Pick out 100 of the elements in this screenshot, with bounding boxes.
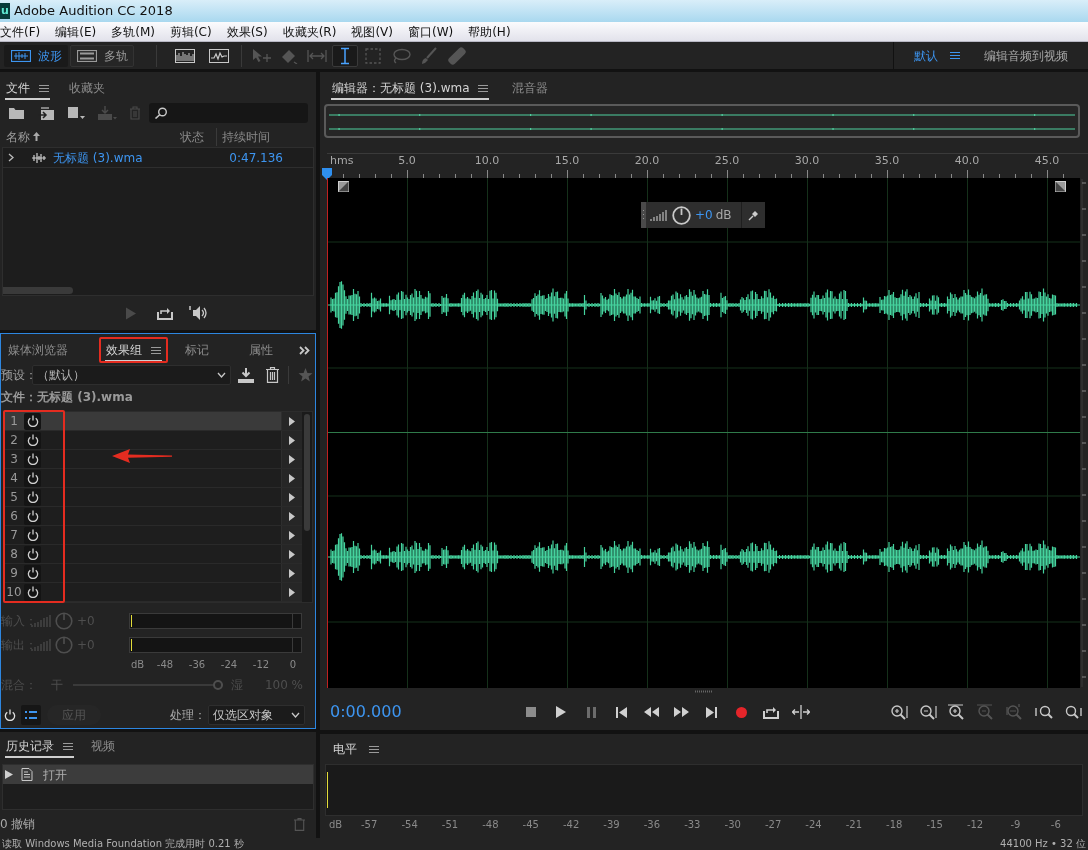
power-button[interactable] <box>24 431 41 449</box>
power-button[interactable] <box>24 469 41 487</box>
speaker-icon <box>189 305 209 321</box>
file-duration: 0:47.136 <box>229 149 283 167</box>
panel-tab[interactable]: 属性 <box>248 340 274 362</box>
slot-menu-button[interactable] <box>281 412 302 430</box>
slot-menu-button[interactable] <box>281 526 302 544</box>
ruler-label: 10.0 <box>473 152 501 169</box>
column-header[interactable]: 持续时间 <box>222 127 270 146</box>
ruler-label: 25.0 <box>713 152 741 169</box>
menu-item[interactable]: 帮助(H) <box>468 22 511 41</box>
slot-menu-button[interactable] <box>281 545 302 563</box>
effect-slot[interactable]: 10 <box>4 583 302 602</box>
fade-out-handle-icon[interactable] <box>1055 181 1066 192</box>
workspace-tab[interactable]: 编辑音频到视频 <box>984 46 1068 65</box>
effect-slot[interactable]: 4 <box>4 469 302 488</box>
panel-tab[interactable]: 编辑器：无标题 (3).wma <box>331 78 490 100</box>
meter-scale-label: -51 <box>440 818 460 832</box>
slot-menu-button[interactable] <box>281 431 302 449</box>
list-view-button[interactable] <box>21 705 41 725</box>
menu-item[interactable]: 文件(F) <box>0 22 41 41</box>
download-icon <box>238 367 254 383</box>
effect-slot[interactable]: 6 <box>4 507 302 526</box>
menu-item[interactable]: 编辑(E) <box>55 22 97 41</box>
power-button[interactable] <box>24 488 41 506</box>
mix-slider[interactable] <box>73 680 223 690</box>
history-item[interactable]: 打开 <box>3 765 313 784</box>
meter-scale-label: -57 <box>360 818 379 832</box>
mode-button[interactable]: 多轨 <box>70 44 134 67</box>
zoom-in-icon <box>947 704 966 720</box>
tool-button[interactable] <box>332 44 358 67</box>
power-icon <box>26 491 39 503</box>
meter-scale-label: -24 <box>804 818 823 832</box>
process-dropdown[interactable]: 仅选区对象 <box>208 705 305 725</box>
zoom-out-icon <box>918 704 937 720</box>
power-button[interactable] <box>24 545 41 563</box>
preset-label: 预设： <box>1 367 31 384</box>
delete-preset-button[interactable] <box>264 365 280 385</box>
scrollbar-thumb[interactable] <box>304 414 310 531</box>
menu-item[interactable]: 窗口(W) <box>407 22 454 41</box>
menu-item[interactable]: 效果(S) <box>226 22 268 41</box>
slot-menu-button[interactable] <box>281 450 302 468</box>
power-button[interactable] <box>24 564 41 582</box>
meter-scale-label: -24 <box>219 657 239 672</box>
power-button[interactable] <box>24 412 41 430</box>
power-button[interactable] <box>24 450 41 468</box>
power-button[interactable] <box>24 583 41 601</box>
workspace-tab[interactable]: 默认 <box>914 46 960 65</box>
panel-tab[interactable]: 媒体浏览器 <box>7 340 69 362</box>
effect-slot[interactable]: 3 <box>4 450 302 469</box>
fade-in-handle-icon[interactable] <box>338 181 349 192</box>
menu-icon <box>369 744 379 754</box>
effect-slot[interactable]: 8 <box>4 545 302 564</box>
effect-slot[interactable]: 7 <box>4 526 302 545</box>
power-icon <box>26 586 39 598</box>
signal-bars-icon <box>31 639 51 651</box>
panel-tab[interactable]: 混音器 <box>511 78 550 100</box>
spectrogram-icon <box>175 48 195 63</box>
play-icon <box>125 306 137 320</box>
search-field[interactable] <box>149 103 308 123</box>
menu-item[interactable]: 视图(V) <box>351 22 393 41</box>
slot-menu-button[interactable] <box>281 469 302 487</box>
slot-menu-button[interactable] <box>281 488 302 506</box>
scrollbar-thumb[interactable] <box>3 287 73 294</box>
meter-scale-label: -39 <box>602 818 621 832</box>
panel-tab[interactable]: 标记 <box>184 340 210 362</box>
mode-button[interactable]: 波形 <box>4 44 68 67</box>
menu-item[interactable]: 多轨(M) <box>111 22 155 41</box>
pin-icon <box>748 209 759 221</box>
panel-tab[interactable]: 视频 <box>90 736 116 758</box>
effect-slot[interactable]: 9 <box>4 564 302 583</box>
slot-menu-button[interactable] <box>281 583 302 601</box>
zoom-in-icon <box>889 704 908 720</box>
signal-bars-icon <box>31 615 51 627</box>
panel-tab[interactable]: 文件 <box>5 78 50 100</box>
panel-tab[interactable]: 历史记录 <box>5 736 74 758</box>
panel-tab[interactable]: 效果组 <box>105 340 162 362</box>
column-header[interactable]: 状态 <box>180 127 204 146</box>
menu-item[interactable]: 剪辑(C) <box>169 22 212 41</box>
meter-scale-label: -33 <box>683 818 702 832</box>
column-header[interactable]: 名称 <box>6 127 40 146</box>
save-preset-button[interactable] <box>236 365 256 385</box>
panel-tab[interactable]: 收藏夹 <box>68 78 106 100</box>
slot-menu-button[interactable] <box>281 507 302 525</box>
effect-slot[interactable]: 1 <box>4 412 302 431</box>
slot-menu-button[interactable] <box>281 564 302 582</box>
preset-dropdown[interactable]: （默认） <box>32 365 231 385</box>
bandage-icon <box>448 46 466 65</box>
power-button[interactable] <box>24 507 41 525</box>
panel-title: 电平 <box>333 741 357 758</box>
power-button[interactable] <box>24 526 41 544</box>
ruler-label: 45.0 <box>1033 152 1061 169</box>
peak-marker-icon <box>131 615 132 627</box>
lasso-icon <box>391 47 411 64</box>
playhead-marker-icon[interactable] <box>322 168 332 180</box>
effect-slot[interactable]: 2 <box>4 431 302 450</box>
fast-forward-icon <box>673 707 689 717</box>
effect-slot[interactable]: 5 <box>4 488 302 507</box>
file-row[interactable]: 无标题 (3).wma 0:47.136 <box>3 148 313 168</box>
menu-item[interactable]: 收藏夹(R) <box>282 22 337 41</box>
